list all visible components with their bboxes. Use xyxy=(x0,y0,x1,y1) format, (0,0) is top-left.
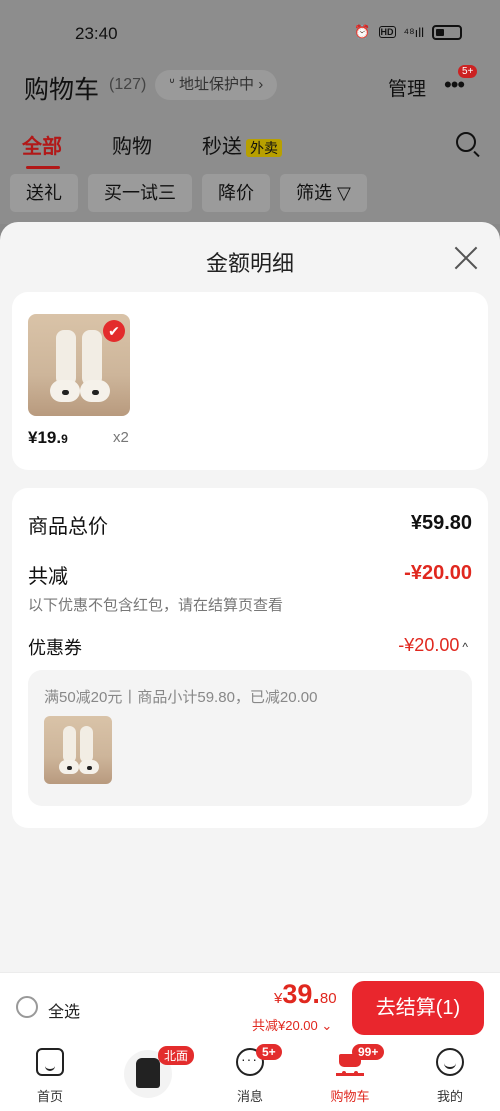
home-icon xyxy=(36,1048,64,1076)
search-icon[interactable] xyxy=(456,132,476,152)
coupon-product-slipper-left xyxy=(59,760,79,774)
select-all-label[interactable]: 全选 xyxy=(48,998,80,1022)
manage-button[interactable]: 管理 xyxy=(388,74,426,101)
status-bar: 23:40 ⏰ HD ⁴⁸ıll xyxy=(0,0,500,64)
total-integer: 39. xyxy=(282,979,320,1009)
cart-tabs: 全部 购物 秒送 外卖 xyxy=(22,130,282,169)
coupon-value: -¥20.00 xyxy=(398,635,460,655)
total-price-label: 商品总价 xyxy=(28,516,108,538)
coupon-toggle[interactable]: -¥20.00 ^ xyxy=(398,635,468,656)
status-icons: ⏰ HD ⁴⁸ıll xyxy=(354,24,462,40)
alarm-icon: ⏰ xyxy=(354,24,371,39)
cart-badge: 99+ xyxy=(352,1044,385,1060)
sheet-title: 金额明细 xyxy=(205,251,294,276)
takeaway-tag: 外卖 xyxy=(246,139,282,157)
chip-try-three[interactable]: 买一试三 xyxy=(88,174,192,212)
chip-filter[interactable]: 筛选 ▽ xyxy=(280,174,367,212)
selected-products-card: ✔ ¥19.9 x2 xyxy=(12,292,488,470)
chevron-down-icon: ⌄ xyxy=(321,1018,333,1033)
nav-cart-label: 购物车 xyxy=(330,1089,370,1104)
shield-icon: ᐡ xyxy=(169,76,180,93)
signal-icon: ⁴⁸ıll xyxy=(403,24,424,40)
chip-price-drop[interactable]: 降价 xyxy=(202,174,270,212)
address-protection-label: 地址保护中 xyxy=(179,76,255,93)
nav-cart[interactable]: 99+ 购物车 xyxy=(300,1040,400,1111)
coupon-product-slipper-right xyxy=(79,760,99,774)
saved-amount: 共减¥20.00 xyxy=(252,1018,318,1033)
total-price-value: ¥59.80 xyxy=(410,512,472,534)
nav-me[interactable]: 我的 xyxy=(400,1040,500,1111)
cart-count: (127) xyxy=(109,76,147,93)
checkout-total: ¥39.80 xyxy=(274,979,337,1010)
promo-tag: 北面 xyxy=(158,1046,195,1065)
chip-filter-label: 筛选 xyxy=(296,183,332,203)
filter-chips: 送礼 买一试三 降价 筛选 ▽ xyxy=(10,174,367,212)
chip-gift[interactable]: 送礼 xyxy=(10,174,78,212)
coupon-product-sock-left xyxy=(63,726,76,763)
nav-messages-label: 消息 xyxy=(236,1089,263,1104)
coupon-detail-box: 满50减20元丨商品小计59.80，已减20.00 xyxy=(28,670,472,806)
product-sock-right xyxy=(82,330,102,386)
chevron-up-icon: ^ xyxy=(462,640,468,654)
tab-shopping[interactable]: 购物 xyxy=(112,130,152,159)
product-price-decimal: 9 xyxy=(61,432,68,446)
discount-note: 以下优惠不包含红包，请在结算页查看 xyxy=(28,597,284,614)
price-summary-card: 商品总价 ¥59.80 共减 -¥20.00 以下优惠不包含红包，请在结算页查看… xyxy=(12,488,488,828)
product-slipper-right xyxy=(80,380,110,402)
product-slipper-left xyxy=(50,380,80,402)
profile-icon xyxy=(436,1048,464,1076)
hd-icon: HD xyxy=(378,26,396,38)
checkout-button[interactable]: 去结算(1) xyxy=(352,981,484,1035)
select-all-radio[interactable] xyxy=(16,996,38,1018)
product-sock-left xyxy=(56,330,76,386)
discount-label: 共减 xyxy=(28,566,68,588)
checkout-bar: 全选 ¥39.80 共减¥20.00 ⌄ 去结算(1) xyxy=(0,972,500,1040)
product-image[interactable]: ✔ xyxy=(28,314,130,416)
tab-all[interactable]: 全部 xyxy=(22,130,62,169)
address-protection-button[interactable]: ᐡ 地址保护中 › xyxy=(155,70,278,100)
status-time: 23:40 xyxy=(75,24,118,43)
battery-icon xyxy=(432,24,462,40)
coupon-description: 满50减20元丨商品小计59.80，已减20.00 xyxy=(44,689,318,706)
product-price: ¥19.9 xyxy=(28,428,68,448)
nav-home-label: 首页 xyxy=(36,1089,63,1104)
more-menu-button[interactable]: ••• 5+ xyxy=(444,65,478,98)
tab-instant-label: 秒送 xyxy=(202,136,242,158)
coupon-label: 优惠券 xyxy=(28,638,82,658)
coupon-product-sock-right xyxy=(80,726,93,763)
nav-me-label: 我的 xyxy=(436,1089,463,1104)
chevron-right-icon: › xyxy=(254,76,264,93)
funnel-icon: ▽ xyxy=(337,183,351,203)
discount-value: -¥20.00 xyxy=(404,562,472,584)
more-badge: 5+ xyxy=(458,65,478,78)
total-decimal: 80 xyxy=(319,990,337,1007)
nav-home[interactable]: 首页 xyxy=(0,1040,100,1111)
saved-amount-toggle[interactable]: 共减¥20.00 ⌄ xyxy=(252,1015,332,1034)
coupon-product-image xyxy=(44,716,112,784)
nav-messages[interactable]: 5+ 消息 xyxy=(200,1040,300,1111)
close-icon[interactable] xyxy=(454,246,478,270)
amount-detail-sheet: 金额明细 ✔ ¥19.9 x2 商品总价 ¥59.80 共减 -¥20.00 以… xyxy=(0,222,500,972)
page-title: 购物车 xyxy=(24,76,100,104)
product-quantity: x2 xyxy=(113,429,129,446)
bottom-nav: 首页 北面 5+ 消息 99+ 购物车 我的 xyxy=(0,1040,500,1111)
selected-check-icon: ✔ xyxy=(103,320,125,342)
messages-badge: 5+ xyxy=(256,1044,282,1060)
tab-instant[interactable]: 秒送 外卖 xyxy=(202,130,282,159)
product-price-main: ¥19. xyxy=(28,428,62,447)
cart-page-background: 购物车 (127) ᐡ 地址保护中 › 管理 ••• 5+ 全部 购物 秒送 外卖… xyxy=(0,64,500,224)
